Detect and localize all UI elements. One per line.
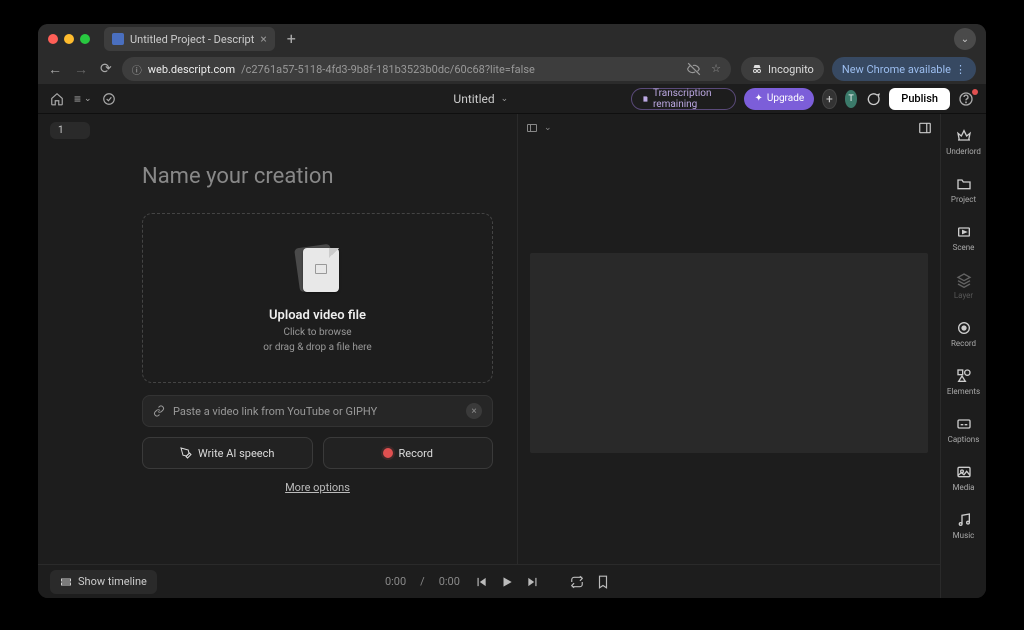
checkmark-circle-icon[interactable] [102,92,116,106]
script-pane: 1 Name your creation Upload video file C… [38,114,518,564]
transcription-pill[interactable]: Transcription remaining [631,88,736,110]
incognito-indicator[interactable]: Incognito [741,57,824,81]
browser-tab-bar: Untitled Project - Descript × + ⌄ [38,24,986,54]
scene-icon [956,224,972,240]
skip-forward-button[interactable] [526,575,540,589]
music-icon [956,512,972,528]
bookmark-star-icon[interactable]: ☆ [711,62,721,76]
transcription-label: Transcription remaining [653,88,725,110]
new-tab-button[interactable]: + [283,31,300,47]
sidebar-item-project[interactable]: Project [941,166,986,214]
right-sidebar-rail: Underlord Project Scene Layer Record Ele… [940,114,986,598]
composition-name-input[interactable]: Name your creation [142,164,493,189]
tab-favicon-icon [112,33,124,45]
dropzone-sub2: or drag & drop a file here [263,342,371,353]
sidebar-item-record[interactable]: Record [941,310,986,358]
record-button[interactable]: Record [323,437,494,469]
kebab-icon: ⋮ [955,63,966,76]
paste-link-input[interactable]: Paste a video link from YouTube or GIPHY… [142,395,493,427]
sparkle-icon: ✦ [754,93,762,104]
site-info-icon[interactable]: ⓘ [132,62,142,77]
more-options-link[interactable]: More options [142,481,493,494]
chrome-update-button[interactable]: New Chrome available ⋮ [832,57,976,81]
pen-icon [180,447,192,459]
record-dot-icon [383,448,393,458]
sidebar-item-underlord[interactable]: Underlord [941,118,986,166]
url-path: /c2761a57-5118-4fd3-9b8f-181b3523b0dc/60… [241,63,535,76]
url-domain: web.descript.com [148,63,235,76]
plus-icon: + [826,92,833,106]
sidebar-item-music[interactable]: Music [941,502,986,550]
app-header: ≡ ⌄ Untitled ⌄ Transcription remaining ✦… [38,84,986,114]
avatar[interactable]: T [845,90,858,108]
sidebar-item-media[interactable]: Media [941,454,986,502]
current-time: 0:00 [385,575,406,588]
total-time: 0:00 [439,575,460,588]
dropzone-title: Upload video file [269,308,366,323]
eye-off-icon[interactable] [687,62,701,76]
paste-link-placeholder: Paste a video link from YouTube or GIPHY [173,405,377,418]
chat-icon[interactable] [865,91,881,107]
sidebar-item-scene[interactable]: Scene [941,214,986,262]
chevron-down-icon[interactable]: ⌄ [501,94,509,104]
write-ai-speech-button[interactable]: Write AI speech [142,437,313,469]
browser-toolbar: ← → ⟳ ⓘ web.descript.com/c2761a57-5118-4… [38,54,986,84]
tab-title: Untitled Project - Descript [130,33,254,46]
back-button[interactable]: ← [48,61,62,78]
dropzone-sub1: Click to browse [283,327,351,338]
link-icon [153,405,165,417]
clear-input-button[interactable]: × [466,403,482,419]
window-zoom-icon[interactable] [80,34,90,44]
sidebar-item-captions[interactable]: Captions [941,406,986,454]
forward-button[interactable]: → [74,61,88,78]
properties-toggle-icon[interactable] [918,121,932,135]
invite-button[interactable]: + [822,89,837,109]
layout-toggle-icon[interactable] [526,122,538,134]
incognito-label: Incognito [768,63,814,76]
incognito-icon [751,63,763,75]
sidebar-item-layer[interactable]: Layer [941,262,986,310]
marker-button[interactable] [596,575,610,589]
chrome-update-label: New Chrome available [842,63,951,76]
home-icon[interactable] [50,92,64,106]
upgrade-button[interactable]: ✦ Upgrade [744,88,814,110]
chevron-down-icon[interactable]: ⌄ [544,123,552,133]
reload-button[interactable]: ⟳ [100,61,112,78]
layers-icon [956,272,972,288]
window-traffic-lights [48,34,90,44]
publish-button[interactable]: Publish [889,88,950,110]
project-title[interactable]: Untitled [453,92,494,106]
window-close-icon[interactable] [48,34,58,44]
window-minimize-icon[interactable] [64,34,74,44]
captions-icon [956,416,972,432]
browser-tab[interactable]: Untitled Project - Descript × [104,27,275,51]
record-circle-icon [956,320,972,336]
play-button[interactable] [500,575,514,589]
help-button[interactable] [958,91,974,107]
menu-icon[interactable]: ≡ ⌄ [74,92,92,106]
loop-button[interactable] [570,575,584,589]
video-canvas[interactable] [530,253,928,453]
upgrade-label: Upgrade [767,93,804,104]
skip-back-button[interactable] [474,575,488,589]
timeline-icon [60,576,72,588]
script-icon [642,94,649,104]
address-bar[interactable]: ⓘ web.descript.com/c2761a57-5118-4fd3-9b… [122,57,731,81]
upload-dropzone[interactable]: Upload video file Click to browse or dra… [142,213,493,383]
notification-badge [972,89,978,95]
elements-icon [956,368,972,384]
tab-close-icon[interactable]: × [260,32,266,46]
browser-overflow-button[interactable]: ⌄ [954,28,976,50]
folder-icon [956,176,972,192]
sidebar-item-elements[interactable]: Elements [941,358,986,406]
show-timeline-button[interactable]: Show timeline [50,570,157,594]
crown-icon [956,128,972,144]
media-icon [956,464,972,480]
file-stack-icon [293,244,343,294]
speaker-chip[interactable]: 1 [50,122,90,139]
time-sep: / [420,575,425,588]
bottom-bar: Show timeline 0:00 / 0:00 [38,564,940,598]
preview-pane: ⌄ [518,114,940,564]
